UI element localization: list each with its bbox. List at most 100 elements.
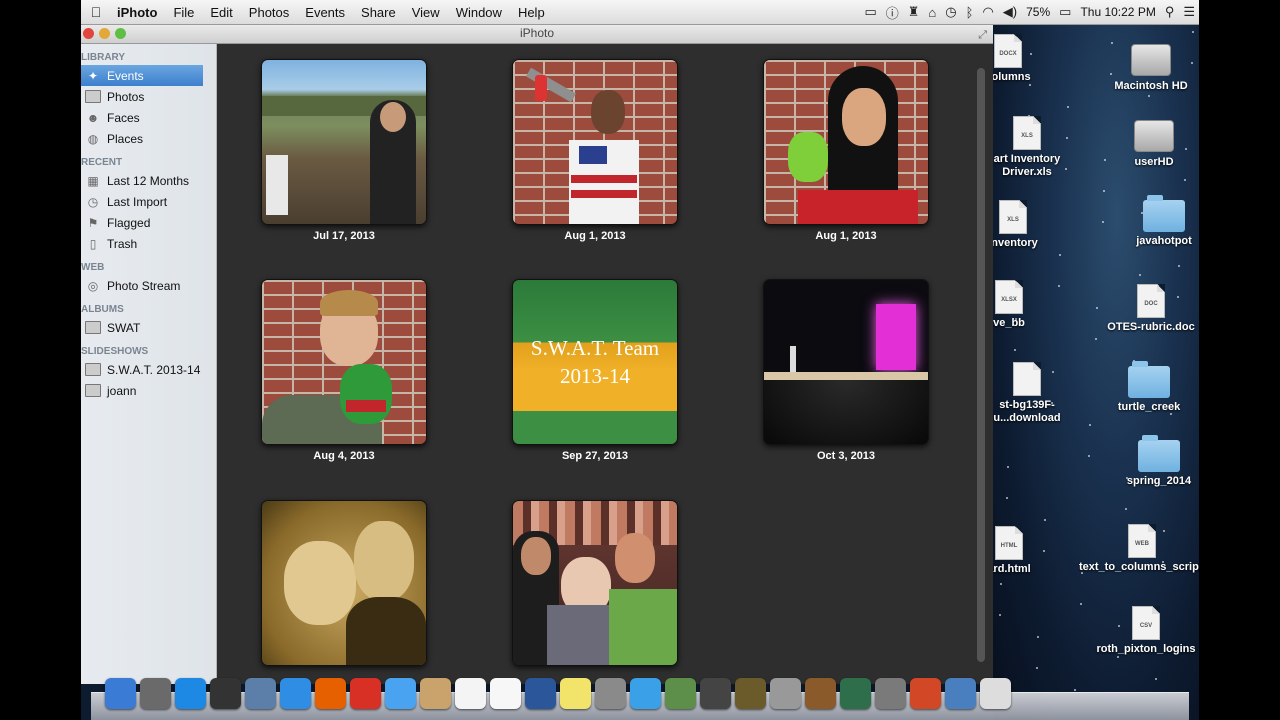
fullscreen-icon[interactable]: ⤢ xyxy=(978,26,987,45)
sidebar-item-events[interactable]: ✦ Events xyxy=(81,65,203,86)
document-icon: XLSX xyxy=(995,280,1023,314)
sidebar-item-s-w-a-t-2013-14[interactable]: S.W.A.T. 2013-14 xyxy=(81,359,216,380)
event-thumbnail[interactable] xyxy=(763,279,929,445)
menu-help[interactable]: Help xyxy=(510,5,553,20)
messages-icon[interactable] xyxy=(385,678,416,709)
zoom-icon[interactable] xyxy=(115,28,126,39)
event-tile[interactable]: Aug 1, 2013 xyxy=(763,59,929,242)
stickies-icon[interactable] xyxy=(560,678,591,709)
iphoto-icon[interactable] xyxy=(665,678,696,709)
sidebar-item-photo-stream[interactable]: ◎ Photo Stream xyxy=(81,275,216,296)
airplay-icon[interactable]: ▭ xyxy=(864,4,876,20)
binoculars-icon[interactable]: ♜ xyxy=(908,4,920,20)
dvd-player-icon[interactable] xyxy=(980,678,1011,709)
sidebar-item-photos[interactable]: Photos xyxy=(81,86,216,107)
photo-import-icon[interactable] xyxy=(770,678,801,709)
event-thumbnail[interactable] xyxy=(261,279,427,445)
sidebar-section-recent: RECENT xyxy=(81,157,123,168)
home-icon[interactable]: ⌂ xyxy=(928,5,936,20)
reminders-icon[interactable] xyxy=(490,678,521,709)
event-tile[interactable]: S.W.A.T. Team 2013-14 Sep 27, 2013 xyxy=(512,279,678,462)
battery-percent[interactable]: 75% xyxy=(1026,5,1050,19)
desktop-item-st-bg139f-u-download[interactable]: st-bg139F-u...download xyxy=(979,362,1075,425)
menu-view[interactable]: View xyxy=(404,5,448,20)
wifi-icon[interactable]: ◠ xyxy=(982,4,993,20)
event-thumbnail[interactable] xyxy=(512,500,678,666)
photos-icon xyxy=(85,90,101,104)
sidebar-item-faces[interactable]: ☻ Faces xyxy=(81,107,216,128)
star xyxy=(1104,159,1106,161)
itunes-icon[interactable] xyxy=(630,678,661,709)
sidebar-item-last-12-months[interactable]: ▦ Last 12 Months xyxy=(81,170,216,191)
dashboard-icon[interactable] xyxy=(210,678,241,709)
finder-icon[interactable] xyxy=(105,678,136,709)
sidebar-item-swat[interactable]: SWAT xyxy=(81,317,216,338)
apple-menu-icon[interactable]:  xyxy=(83,4,109,20)
event-date: Sep 27, 2013 xyxy=(561,450,629,462)
event-thumbnail[interactable] xyxy=(512,59,678,225)
bluetooth-icon[interactable]: ᛒ xyxy=(966,5,974,20)
preview-icon[interactable] xyxy=(245,678,276,709)
event-tile[interactable]: Oct 3, 2013 xyxy=(763,279,929,462)
event-tile[interactable] xyxy=(261,500,427,671)
event-tile[interactable]: Aug 1, 2013 xyxy=(512,59,678,242)
event-thumbnail[interactable]: S.W.A.T. Team 2013-14 xyxy=(512,279,678,445)
imovie-icon[interactable] xyxy=(735,678,766,709)
sidebar-item-label: Photo Stream xyxy=(107,278,181,293)
event-thumbnail[interactable] xyxy=(261,500,427,666)
chrome-icon[interactable] xyxy=(350,678,381,709)
close-icon[interactable] xyxy=(83,28,94,39)
powerpoint-icon[interactable] xyxy=(910,678,941,709)
app-menu[interactable]: iPhoto xyxy=(109,5,165,20)
app-store-icon[interactable] xyxy=(175,678,206,709)
menu-file[interactable]: File xyxy=(165,5,202,20)
sidebar-item-trash[interactable]: ▯ Trash xyxy=(81,233,216,254)
contacts-icon[interactable] xyxy=(420,678,451,709)
menu-window[interactable]: Window xyxy=(448,5,510,20)
desktop-item-otes-rubric-doc[interactable]: DOC OTES-rubric.doc xyxy=(1098,284,1199,334)
photo-booth-icon[interactable] xyxy=(595,678,626,709)
minimize-icon[interactable] xyxy=(99,28,110,39)
event-tile[interactable]: Aug 4, 2013 xyxy=(261,279,427,462)
calendar-icon[interactable] xyxy=(455,678,486,709)
spotlight-icon[interactable]: ⚲ xyxy=(1165,4,1175,20)
launchpad-icon[interactable] xyxy=(140,678,171,709)
desktop-item-userhd[interactable]: userHD xyxy=(1119,120,1189,169)
system-preferences-icon[interactable] xyxy=(875,678,906,709)
menu-clock[interactable]: Thu 10:22 PM xyxy=(1080,5,1155,19)
menu-events[interactable]: Events xyxy=(297,5,353,20)
desktop-item-spring-2014[interactable]: spring_2014 xyxy=(1119,435,1199,488)
event-tile[interactable]: Jul 17, 2013 xyxy=(261,59,427,242)
sidebar-item-joann[interactable]: joann xyxy=(81,380,216,401)
garageband-icon[interactable] xyxy=(805,678,836,709)
vertical-scrollbar[interactable] xyxy=(977,68,985,662)
network-utility-icon[interactable] xyxy=(945,678,976,709)
volume-icon[interactable]: ◀) xyxy=(1003,4,1017,20)
desktop-item-roth-pixton-logins[interactable]: CSV roth_pixton_logins xyxy=(1091,606,1199,656)
time-machine-icon[interactable] xyxy=(840,678,871,709)
accessibility-icon[interactable]: ⓘ xyxy=(886,3,899,22)
menu-share[interactable]: Share xyxy=(353,5,404,20)
desktop-item-turtle-creek[interactable]: turtle_creek xyxy=(1109,361,1189,414)
desktop-item-art-inventory-driver-xls[interactable]: XLS art Inventory Driver.xls xyxy=(979,116,1075,179)
sidebar-item-label: Last Import xyxy=(107,194,168,209)
menu-photos[interactable]: Photos xyxy=(241,5,297,20)
safari-icon[interactable] xyxy=(280,678,311,709)
event-thumbnail[interactable] xyxy=(261,59,427,225)
menu-edit[interactable]: Edit xyxy=(202,5,240,20)
firefox-icon[interactable] xyxy=(315,678,346,709)
event-thumbnail[interactable] xyxy=(763,59,929,225)
sidebar-item-flagged[interactable]: ⚑ Flagged xyxy=(81,212,216,233)
event-tile[interactable] xyxy=(512,500,678,671)
time-machine-menu-icon[interactable]: ◷ xyxy=(945,4,956,20)
window-titlebar[interactable]: iPhoto ⤢ xyxy=(81,24,993,44)
sidebar-item-places[interactable]: ◍ Places xyxy=(81,128,216,149)
notification-center-icon[interactable]: ☰ xyxy=(1183,4,1195,20)
desktop-item-text-to-columns-script-webarchive[interactable]: WEB text_to_columns_script.webarchive xyxy=(1079,524,1199,574)
final-cut-icon[interactable] xyxy=(700,678,731,709)
desktop-item-macintosh-hd[interactable]: Macintosh HD xyxy=(1103,44,1199,93)
sidebar-item-last-import[interactable]: ◷ Last Import xyxy=(81,191,216,212)
sidebar: LIBRARY ✦ Events Photos ☻ Faces ◍ Places RECENT ▦… xyxy=(81,44,217,684)
desktop-item-javahotpot[interactable]: javahotpot xyxy=(1129,195,1199,248)
word-icon[interactable] xyxy=(525,678,556,709)
